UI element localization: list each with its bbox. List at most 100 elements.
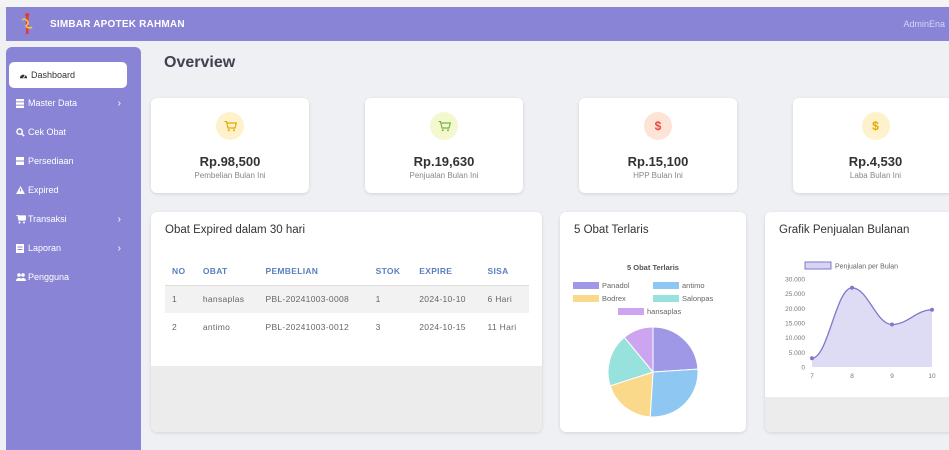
- stat-card-penjualan: Rp.19,630 Penjualan Bulan Ini: [365, 98, 523, 193]
- column-header[interactable]: EXPIRE: [412, 257, 481, 286]
- sidebar-item-master-data[interactable]: Master Data ›: [6, 91, 141, 115]
- legend-swatch: [573, 282, 599, 289]
- chevron-right-icon: ›: [117, 97, 121, 109]
- stat-card-hpp: $ Rp.15,100 HPP Bulan Ini: [579, 98, 737, 193]
- table-cell: 2024-10-15: [419, 322, 466, 332]
- stat-value: Rp.19,630: [413, 154, 475, 169]
- y-tick-label: 30.000: [785, 277, 805, 284]
- sidebar: Dashboard Master Data › Cek Obat Persedi…: [6, 47, 141, 450]
- y-tick-label: 15.000: [785, 321, 805, 328]
- legend-item[interactable]: Panadol: [573, 281, 630, 290]
- panel-footer: [151, 366, 542, 432]
- legend-swatch: [653, 282, 679, 289]
- data-point[interactable]: [810, 356, 814, 361]
- search-icon: [16, 127, 28, 137]
- y-tick-label: 25.000: [785, 291, 805, 298]
- table-cell: 2: [172, 322, 178, 332]
- table-cell: 2024-10-10: [412, 285, 481, 313]
- cart-icon: [16, 214, 28, 224]
- browser-top-strip: [0, 0, 949, 7]
- sidebar-item-laporan[interactable]: Laporan ›: [6, 236, 141, 260]
- legend-item[interactable]: Penjualan per Bulan: [804, 261, 898, 271]
- x-tick-label: 10: [928, 373, 936, 380]
- y-tick-label: 20.000: [785, 306, 805, 313]
- expired-panel: Obat Expired dalam 30 hari NO OBAT PEMBE…: [151, 212, 542, 432]
- top-sellers-panel: 5 Obat Terlaris 5 Obat Terlaris Panadol an…: [560, 212, 746, 432]
- sidebar-item-persediaan[interactable]: Persediaan: [6, 149, 141, 173]
- data-point[interactable]: [890, 322, 894, 327]
- monthly-sales-panel: Grafik Penjualan Bulanan Penjualan per B…: [765, 212, 949, 432]
- sidebar-item-label: Transaksi: [28, 214, 67, 224]
- table-row[interactable]: 2 antimo PBL-20241003-0012 3 2024-10-15 …: [165, 313, 529, 341]
- stat-card-pembelian: Rp.98,500 Pembelian Bulan Ini: [151, 98, 309, 193]
- legend-swatch: [573, 295, 599, 302]
- legend-item[interactable]: antimo: [653, 281, 705, 290]
- legend-label: hansaplas: [647, 307, 681, 316]
- expired-table: NO OBAT PEMBELIAN STOK EXPIRE SISA 1 han…: [165, 257, 529, 341]
- stat-label: Laba Bulan Ini: [849, 171, 902, 180]
- table-cell: PBL-20241003-0008: [258, 285, 369, 313]
- table-header-row: NO OBAT PEMBELIAN STOK EXPIRE SISA: [165, 257, 529, 286]
- table-cell: PBL-20241003-0012: [265, 322, 350, 332]
- table-cell: antimo: [202, 322, 231, 332]
- legend-swatch: [653, 295, 679, 302]
- column-header[interactable]: PEMBELIAN: [258, 257, 369, 286]
- stat-label: Pembelian Bulan Ini: [194, 171, 266, 180]
- data-point[interactable]: [850, 285, 854, 290]
- cart-icon: [216, 112, 244, 140]
- pie-slice-panadol[interactable]: [652, 326, 699, 373]
- dollar-icon: $: [644, 112, 672, 140]
- report-icon: [16, 243, 28, 253]
- stat-label: Penjualan Bulan Ini: [409, 171, 479, 180]
- sidebar-item-expired[interactable]: Expired: [6, 178, 141, 202]
- stat-card-laba: $ Rp.4,530 Laba Bulan Ini: [793, 98, 949, 193]
- user-name[interactable]: AdminEna: [903, 19, 945, 29]
- users-icon: [16, 273, 28, 281]
- column-header[interactable]: OBAT: [195, 257, 259, 286]
- sidebar-item-label: Persediaan: [28, 156, 74, 166]
- page-title: Overview: [164, 54, 236, 71]
- legend-swatch: [618, 308, 644, 315]
- sidebar-item-pengguna[interactable]: Pengguna: [6, 265, 141, 289]
- sidebar-item-transaksi[interactable]: Transaksi ›: [6, 207, 141, 231]
- y-tick-label: 10.000: [785, 335, 805, 342]
- pharmacy-logo-icon: [14, 11, 40, 37]
- y-tick-label: 0: [801, 365, 805, 372]
- stat-value: Rp.15,100: [627, 154, 689, 169]
- panel-title: Obat Expired dalam 30 hari: [165, 224, 305, 236]
- legend-item[interactable]: Salonpas: [653, 294, 714, 303]
- dollar-icon: $: [861, 112, 890, 140]
- stat-value: Rp.4,530: [848, 154, 903, 169]
- column-header[interactable]: STOK: [368, 257, 413, 286]
- sidebar-item-cek-obat[interactable]: Cek Obat: [6, 120, 141, 144]
- sidebar-item-dashboard[interactable]: Dashboard: [9, 62, 127, 88]
- chevron-right-icon: ›: [117, 213, 121, 225]
- pie-slice-antimo[interactable]: [649, 368, 699, 418]
- chevron-right-icon: ›: [117, 242, 121, 254]
- data-point[interactable]: [930, 307, 934, 312]
- table-cell: 11 Hari: [487, 322, 517, 332]
- table-cell: 1: [368, 285, 413, 313]
- legend-swatch: [804, 261, 832, 270]
- x-tick-label: 7: [810, 373, 814, 380]
- legend-label: Bodrex: [602, 294, 626, 303]
- column-header[interactable]: NO: [165, 257, 196, 286]
- inventory-icon: [16, 157, 28, 165]
- warning-icon: [16, 186, 28, 194]
- stat-value: Rp.98,500: [199, 154, 261, 169]
- top-navbar: SIMBAR APOTEK RAHMAN AdminEna: [6, 7, 949, 41]
- table-cell: 6 Hari: [480, 285, 529, 313]
- legend-item[interactable]: Bodrex: [573, 294, 626, 303]
- legend-item[interactable]: hansaplas: [618, 307, 681, 316]
- table-row[interactable]: 1 hansaplas PBL-20241003-0008 1 2024-10-…: [165, 285, 529, 313]
- sidebar-item-label: Laporan: [28, 243, 62, 253]
- x-tick-label: 8: [850, 373, 854, 380]
- line-chart: Penjualan per Bulan 0 5.000 10.000 15.000 20.…: [785, 261, 936, 380]
- pie-chart: 5 Obat Terlaris Panadol antimo Bodrex Salonp…: [573, 263, 714, 418]
- sidebar-item-label: Expired: [28, 185, 59, 195]
- column-header[interactable]: SISA: [480, 257, 529, 286]
- table-cell: 3: [375, 322, 381, 332]
- legend-label: Panadol: [602, 281, 630, 290]
- table-cell: hansaplas: [195, 285, 259, 313]
- table-cell: 1: [165, 285, 196, 313]
